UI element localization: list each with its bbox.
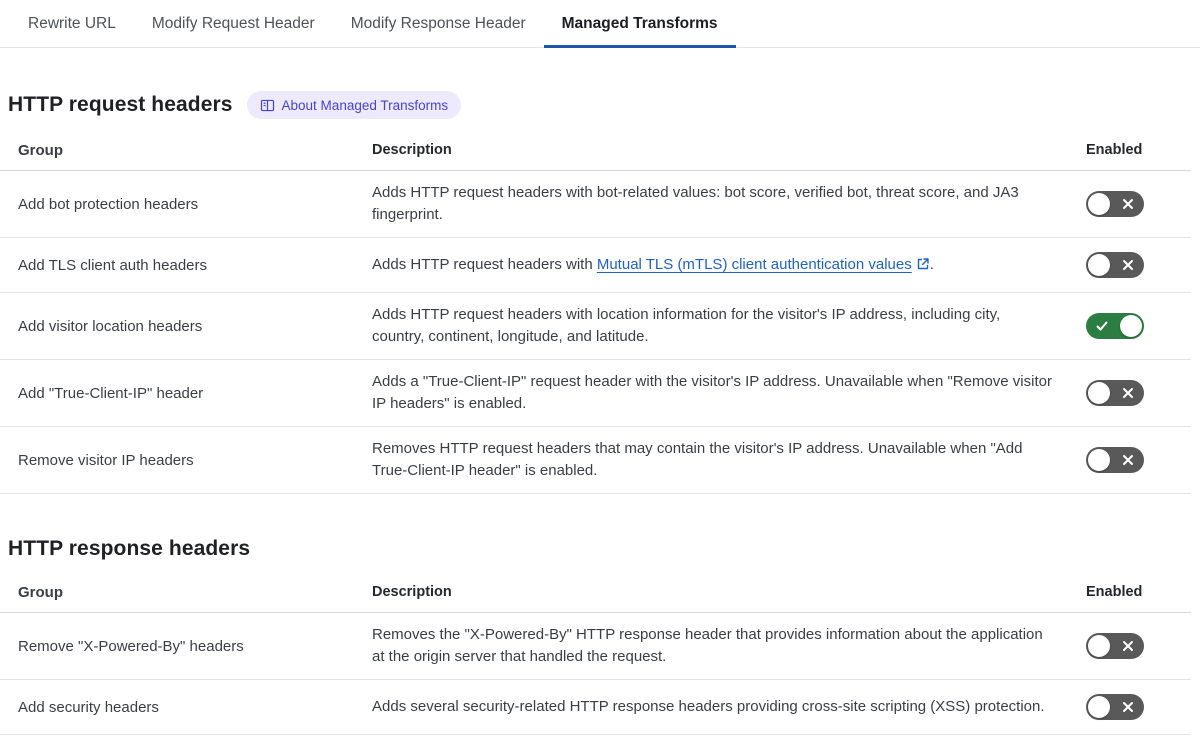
description-cell: Adds HTTP request headers with bot-relat… <box>372 184 1019 223</box>
toggle-knob <box>1088 254 1110 276</box>
tab-modify-request-header[interactable]: Modify Request Header <box>134 0 333 47</box>
tab-rewrite-url[interactable]: Rewrite URL <box>10 0 134 47</box>
group-cell: Remove visitor IP headers <box>18 451 194 469</box>
column-header-enabled: Enabled <box>1086 584 1143 600</box>
enabled-toggle[interactable] <box>1086 313 1144 339</box>
toggle-knob <box>1088 696 1110 718</box>
x-icon <box>1123 388 1133 398</box>
about-managed-transforms-badge[interactable]: About Managed Transforms <box>246 91 462 119</box>
column-header-description: Description <box>372 142 452 158</box>
table-row: Add security headers Adds several securi… <box>0 680 1191 735</box>
table-row: Add "True-Client-IP" header Adds a "True… <box>0 360 1191 427</box>
mtls-values-link[interactable]: Mutual TLS (mTLS) client authentication … <box>597 256 912 273</box>
enabled-toggle[interactable] <box>1086 252 1144 278</box>
enabled-toggle[interactable] <box>1086 191 1144 217</box>
request-headers-section: HTTP request headers About Managed Trans… <box>0 91 1200 494</box>
table-body: Add bot protection headers Adds HTTP req… <box>0 171 1191 494</box>
description-cell: Adds HTTP request headers with location … <box>372 306 1001 345</box>
enabled-toggle[interactable] <box>1086 380 1144 406</box>
tab-modify-response-header[interactable]: Modify Response Header <box>333 0 544 47</box>
toggle-knob <box>1120 315 1142 337</box>
x-icon <box>1123 199 1133 209</box>
toggle-knob <box>1088 193 1110 215</box>
table-row: Remove "X-Powered-By" headers Removes th… <box>0 613 1191 680</box>
table-header-row: Group Description Enabled <box>0 131 1191 171</box>
x-icon <box>1123 260 1133 270</box>
request-section-title: HTTP request headers <box>8 93 233 116</box>
toggle-knob <box>1088 635 1110 657</box>
enabled-toggle[interactable] <box>1086 633 1144 659</box>
description-cell: Adds HTTP request headers with Mutual TL… <box>372 256 934 273</box>
group-cell: Add visitor location headers <box>18 317 203 335</box>
x-icon <box>1123 641 1133 651</box>
group-cell: Remove "X-Powered-By" headers <box>18 637 244 655</box>
toggle-knob <box>1088 382 1110 404</box>
table-row: Remove visitor IP headers Removes HTTP r… <box>0 427 1191 494</box>
description-cell: Adds a "True-Client-IP" request header w… <box>372 373 1052 412</box>
column-header-description: Description <box>372 584 452 600</box>
group-cell: Add security headers <box>18 698 159 716</box>
enabled-toggle[interactable] <box>1086 694 1144 720</box>
group-cell: Add bot protection headers <box>18 195 199 213</box>
external-link-icon <box>917 258 929 270</box>
description-cell: Removes the "X-Powered-By" HTTP response… <box>372 626 1043 665</box>
toggle-knob <box>1088 449 1110 471</box>
book-icon <box>260 98 275 113</box>
column-header-group: Group <box>18 142 63 159</box>
tab-managed-transforms[interactable]: Managed Transforms <box>543 0 736 48</box>
response-section-title: HTTP response headers <box>8 537 251 560</box>
table-header-row: Group Description Enabled <box>0 573 1191 613</box>
badge-label: About Managed Transforms <box>281 97 449 113</box>
request-headers-table: Group Description Enabled Add bot protec… <box>0 131 1191 494</box>
group-cell: Add TLS client auth headers <box>18 256 208 274</box>
table-row: Add TLS client auth headers Adds HTTP re… <box>0 238 1191 293</box>
x-icon <box>1123 702 1133 712</box>
column-header-group: Group <box>18 584 63 601</box>
tab-bar: Rewrite URL Modify Request Header Modify R… <box>0 0 1200 48</box>
response-headers-table: Group Description Enabled Remove "X-Powe… <box>0 573 1191 735</box>
table-body: Remove "X-Powered-By" headers Removes th… <box>0 613 1191 735</box>
response-headers-section: HTTP response headers Group Description … <box>0 537 1200 735</box>
description-cell: Adds several security-related HTTP respo… <box>372 698 1045 715</box>
table-row: Add bot protection headers Adds HTTP req… <box>0 171 1191 238</box>
enabled-toggle[interactable] <box>1086 447 1144 473</box>
description-cell: Removes HTTP request headers that may co… <box>372 440 1023 479</box>
x-icon <box>1123 455 1133 465</box>
table-row: Add visitor location headers Adds HTTP r… <box>0 293 1191 360</box>
check-icon <box>1096 321 1108 331</box>
column-header-enabled: Enabled <box>1086 142 1143 158</box>
group-cell: Add "True-Client-IP" header <box>18 384 204 402</box>
